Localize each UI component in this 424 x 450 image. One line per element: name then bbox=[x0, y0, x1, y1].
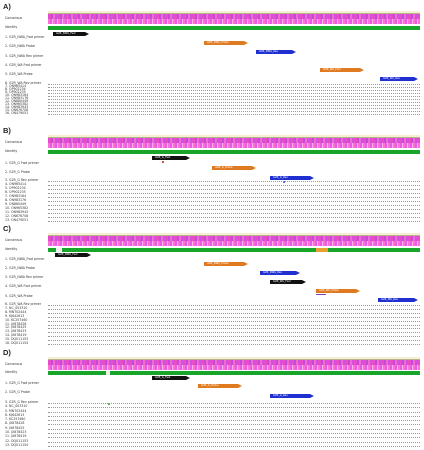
consensus-label: Consensus bbox=[5, 238, 23, 242]
row-label: 2. G2R_NWA Probe bbox=[5, 266, 35, 270]
consensus-track bbox=[48, 360, 420, 370]
identity-label: Identity bbox=[5, 247, 18, 251]
sequence-label: 13. DQ011154 bbox=[5, 442, 29, 447]
row-label: 1. G2R_NWA_Fwd primer bbox=[5, 35, 45, 39]
row-label: 2. G2R_G Probe bbox=[5, 170, 30, 174]
identity-track bbox=[48, 26, 420, 30]
sequence-label: 12. DQ011153 bbox=[5, 438, 29, 443]
identity-gap bbox=[106, 371, 110, 375]
row-label: 5. G2R_WA Probe bbox=[5, 294, 33, 298]
panel-c: C) Consensus Identity 1. G2R_NWA_Fwd pri… bbox=[0, 222, 424, 345]
feature-bar[interactable]: G2R_NWA_Probe bbox=[204, 41, 248, 45]
row-label: 1. G2R_G Fwd primer bbox=[5, 381, 39, 385]
feature-bar[interactable]: G2R_WA_Fwd bbox=[270, 280, 306, 284]
feature-bar[interactable]: G2R_G_Rev bbox=[270, 176, 314, 180]
feature-bar[interactable]: G2R_NWA_Fwd bbox=[55, 253, 91, 257]
panel-letter: C) bbox=[3, 224, 11, 233]
feature-bar[interactable]: G2R_NWA_Rev bbox=[260, 271, 300, 275]
identity-track bbox=[48, 371, 420, 375]
feature-bar[interactable]: G2R_WA_Rev bbox=[380, 77, 418, 81]
feature-bar[interactable]: G2R_G_Rev bbox=[270, 394, 314, 398]
feature-bar[interactable]: G2R_G_Fwd bbox=[152, 376, 190, 380]
feature-bar[interactable]: G2R_NWA_Rev bbox=[256, 50, 296, 54]
feature-bar[interactable]: G2R_NWA_Fwd bbox=[53, 32, 89, 36]
panel-b: B) Consensus Identity G2R_G_Fwd 1. G2R_G… bbox=[0, 124, 424, 223]
identity-label: Identity bbox=[5, 25, 18, 29]
mismatch-marker bbox=[316, 294, 326, 295]
row-label: 1. G2R_G Fwd primer bbox=[5, 161, 39, 165]
feature-bar[interactable]: G2R_G_Probe bbox=[198, 384, 242, 388]
identity-track bbox=[48, 150, 420, 154]
row-label: 3. G2R_NWA Rev primer bbox=[5, 275, 44, 279]
consensus-label: Consensus bbox=[5, 140, 23, 144]
feature-bar[interactable]: G2R_WA_Probe bbox=[316, 289, 360, 293]
panel-letter: B) bbox=[3, 126, 11, 135]
row-label: 3. G2R_NWA Rev primer bbox=[5, 54, 44, 58]
row-label: 2. G2R_NWA Probe bbox=[5, 44, 35, 48]
identity-track bbox=[48, 248, 420, 252]
consensus-label: Consensus bbox=[5, 16, 23, 20]
row-label: 5. G2R_WA Probe bbox=[5, 72, 33, 76]
consensus-label: Consensus bbox=[5, 362, 23, 366]
feature-bar[interactable]: G2R_G_Probe bbox=[212, 166, 256, 170]
panel-a: A) Consensus Identity 1. G2R_NWA_Fwd pri… bbox=[0, 0, 424, 115]
consensus-track bbox=[48, 138, 420, 148]
identity-label: Identity bbox=[5, 149, 18, 153]
identity-gap bbox=[56, 248, 62, 252]
feature-bar[interactable]: G2R_NWA_Probe bbox=[204, 262, 248, 266]
row-label: 4. G2R_WA Fwd primer bbox=[5, 63, 42, 67]
consensus-track bbox=[48, 236, 420, 246]
consensus-track bbox=[48, 14, 420, 24]
sequence-track bbox=[48, 445, 420, 450]
row-label: 2. G2R_G Probe bbox=[5, 390, 30, 394]
identity-gap bbox=[316, 248, 328, 252]
feature-bar[interactable]: G2R_WA_Rev bbox=[378, 298, 418, 302]
sequence-label: 16. ON479051 bbox=[5, 110, 29, 115]
identity-label: Identity bbox=[5, 370, 18, 374]
mismatch-marker bbox=[162, 161, 164, 163]
panel-letter: D) bbox=[3, 348, 11, 357]
feature-bar[interactable]: G2R_WA_Fwd bbox=[320, 68, 364, 72]
panel-letter: A) bbox=[3, 2, 11, 11]
row-label: 4. G2R_WA Fwd primer bbox=[5, 284, 42, 288]
feature-bar[interactable]: G2R_G_Fwd bbox=[152, 156, 190, 160]
row-label: 1. G2R_NWA_Fwd primer bbox=[5, 257, 45, 261]
panel-d: D) Consensus Identity G2R_G_Fwd 1. G2R_G… bbox=[0, 346, 424, 447]
sequence-track bbox=[48, 113, 420, 118]
